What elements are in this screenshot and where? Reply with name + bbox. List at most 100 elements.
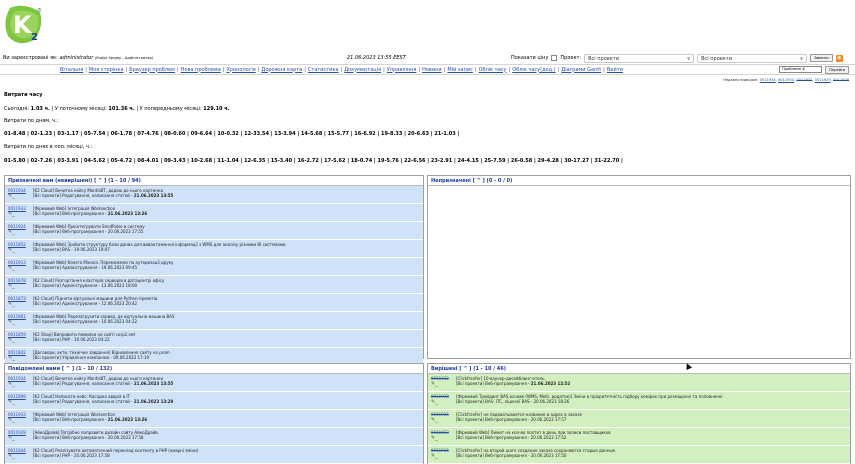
issue-row[interactable]: 0011861 ✎_ [Фірмовий Web] Перезагрузити се… <box>5 312 423 330</box>
menu-separator: | <box>603 66 605 73</box>
recent-issue-link[interactable]: 0011928 <box>833 78 849 82</box>
assigned-panel: Призначені вам (невирішені) [ ^ ] (1 - 1… <box>4 175 424 366</box>
menu-item-4[interactable]: Хронологія <box>226 67 255 73</box>
issue-project-line: [Всі проекти] PHP - 10.06.2023 04:22 <box>33 337 420 342</box>
issue-row[interactable]: 0011928 ✎_ [Фірмовий Трейдинг BAS основе (… <box>428 392 850 410</box>
recent-issue-link[interactable]: 0011932 <box>796 78 812 82</box>
menu-item-11[interactable]: Облік часу <box>479 67 507 73</box>
edit-pencil-icon[interactable]: ✎_ <box>8 400 15 405</box>
menu-item-10[interactable]: Мій запис <box>447 67 473 73</box>
menu-item-12[interactable]: Облік часу(дод.) <box>512 67 555 73</box>
go-button[interactable]: Перейти <box>825 65 849 74</box>
menu-item-7[interactable]: Документація <box>344 67 381 73</box>
menu-item-14[interactable]: Вийти <box>607 67 623 73</box>
issue-project-line: [Всі проекти] Адміністрування - 19.06.20… <box>33 265 420 270</box>
k2-logo[interactable]: K 2 ® <box>4 4 44 46</box>
issue-project-line: [Всі проекти] Управління компанією - 09.… <box>33 355 420 360</box>
issue-row[interactable]: 0011878 ✎_ [K2 Cloud] Розгортання кластері… <box>5 276 423 294</box>
issue-row[interactable]: 0011899 ✎_ [K2 Cloud] Написати кейс: Касад… <box>5 392 423 410</box>
issue-project: [Всі проекти] Веб-програмування - <box>456 417 531 422</box>
logo-subscript: 2 <box>31 32 38 43</box>
issue-date: 20.06.2023 18:26 <box>533 399 570 404</box>
time-summary: Сьогодні: 1.03 ч. | У поточному місяці: … <box>4 106 230 112</box>
issue-project-line: [Всі проекти] Веб-програмування - 21.06.… <box>456 381 847 386</box>
assigned-panel-title[interactable]: Призначені вам (невирішені) [ ^ ] (1 - 1… <box>5 176 423 186</box>
project-select[interactable]: Всі проекти ▼ <box>584 53 695 63</box>
menu-separator: | <box>304 66 306 73</box>
edit-pencil-icon[interactable]: ✎_ <box>8 284 15 289</box>
menu-item-2[interactable]: Браузер проблем <box>129 67 175 73</box>
issue-project-line: [Всі проекти] Адміністрування - 12.06.20… <box>33 301 420 306</box>
issue-row[interactable]: 0011916 ✎_ [Clickfranfer] на второй шаге с… <box>428 446 850 464</box>
issue-row[interactable]: 0011923 ✎_ [Фірмовий Web] Лимит на кол-во … <box>428 428 850 446</box>
edit-pencil-icon[interactable]: ✎_ <box>8 320 15 325</box>
show-price-checkbox[interactable] <box>551 55 558 61</box>
resolved-panel: Вирішені [ ^ ] (1 - 10 / 46) 0011932 ✎_ [C… <box>427 363 851 464</box>
issue-row[interactable]: 0011924 ✎_ [Фірмовий Web] Проінтегрувати S… <box>5 222 423 240</box>
issue-row[interactable]: 0011844 ✎_ [K2 Cloud] Реалізувати автомати… <box>5 446 423 464</box>
issue-date: 10.06.2023 04:22 <box>73 337 110 342</box>
issue-row[interactable]: 0011929 ✎_ [АйкоДрайв] Потрібно поправити … <box>5 428 423 446</box>
issue-project-line: [Всі проекти] BAS - 19.06.2023 19:07 <box>33 247 420 252</box>
chevron-down-icon: ▼ <box>800 55 804 61</box>
issue-row[interactable]: 0011852 ✎_ [Фірмовий Web] Зробити структур… <box>5 240 423 258</box>
issue-jump: Проблема # Перейти <box>779 65 849 74</box>
edit-pencil-icon[interactable]: ✎_ <box>431 454 438 459</box>
menu-item-8[interactable]: Управління <box>387 67 417 73</box>
menu-item-9[interactable]: Новини <box>422 67 442 73</box>
menu-separator: | <box>474 66 477 73</box>
top-info-bar: Ви зареєстровані як: administrator (Rudy… <box>3 53 852 63</box>
issue-row[interactable]: 0011933 ✎_ [Фірмовий Web] Інтеграція Works… <box>5 410 423 428</box>
recent-issue-link[interactable]: 0011929 <box>815 78 831 82</box>
edit-pencil-icon[interactable]: ✎_ <box>8 212 15 217</box>
menu-item-13[interactable]: Діаграми Gantt <box>561 67 601 73</box>
menu-item-1[interactable]: Моя сторінка <box>89 67 124 73</box>
unassigned-panel-title[interactable]: Непризначені [ ^ ] (0 - 0 / 0) <box>428 176 850 186</box>
prev-month-label: | У попередньому місяці: <box>134 106 204 112</box>
edit-pencil-icon[interactable]: ✎_ <box>8 194 15 199</box>
change-button[interactable]: Змінити <box>810 54 833 62</box>
prev-month-by-day-values: 01-5.80 | 02-7.26 | 03-3.91 | 04-5.62 | … <box>4 158 623 164</box>
edit-pencil-icon[interactable]: ✎_ <box>8 338 15 343</box>
edit-pencil-icon[interactable]: ✎_ <box>8 230 15 235</box>
edit-pencil-icon[interactable]: ✎_ <box>431 400 438 405</box>
issue-date: 19.06.2023 09:45 <box>101 265 138 270</box>
rss-icon[interactable]: ◉ <box>835 54 843 62</box>
edit-pencil-icon[interactable]: ✎_ <box>8 418 15 423</box>
subproject-select-value: Всі проекти <box>701 55 733 62</box>
issue-row[interactable]: 0011873 ✎_ [K2 Cloud] Підняти віртуальні м… <box>5 294 423 312</box>
recent-issue-link[interactable]: 0011933 <box>778 78 794 82</box>
edit-pencil-icon[interactable]: ✎_ <box>8 266 15 271</box>
menu-item-3[interactable]: Нова проблема <box>181 67 221 73</box>
menu-item-6[interactable]: Статистика <box>308 67 339 73</box>
edit-pencil-icon[interactable]: ✎_ <box>431 382 438 387</box>
issue-row[interactable]: 0011934 ✎_ [K2 Cloud] Вичитка кейсу Mantis… <box>5 374 423 392</box>
issue-row[interactable]: 0011934 ✎_ [K2 Cloud] Вичитка кейсу Mantis… <box>5 186 423 204</box>
subproject-select[interactable]: Всі проекти ▼ <box>697 53 808 63</box>
issue-date: 20.06.2023 17:50 <box>530 453 567 458</box>
edit-pencil-icon[interactable]: ✎_ <box>8 382 15 387</box>
resolved-panel-title[interactable]: Вирішені [ ^ ] (1 - 10 / 46) <box>428 364 850 374</box>
issue-row[interactable]: 0011932 ✎_ [Clickfranfer] 10-ваучер-дисейб… <box>428 374 850 392</box>
issue-date: 20.06.2023 17:57 <box>530 417 567 422</box>
edit-pencil-icon[interactable]: ✎_ <box>8 436 15 441</box>
issue-row[interactable]: 0011859 ✎_ [K2 Shop] Виправити помилки на … <box>5 330 423 348</box>
recent-issue-link[interactable]: 0011934 <box>760 78 776 82</box>
edit-pencil-icon[interactable]: ✎_ <box>8 248 15 253</box>
edit-pencil-icon[interactable]: ✎_ <box>8 302 15 307</box>
issue-row[interactable]: 0011926 ✎_ [Clickfranfer] не подхватываетс… <box>428 410 850 428</box>
menu-item-0[interactable]: Вітальня <box>60 67 83 73</box>
issue-number-input[interactable]: Проблема # <box>779 66 823 73</box>
project-label: Проект: <box>560 55 582 61</box>
menu-separator: | <box>418 66 421 73</box>
issue-project: [Всі проекти] Адміністрування - <box>33 301 102 306</box>
edit-pencil-icon[interactable]: ✎_ <box>8 356 15 361</box>
edit-pencil-icon[interactable]: ✎_ <box>431 436 438 441</box>
issue-row[interactable]: 0011913 ✎_ [Фірмовий Web] Колєга Мікола. П… <box>5 258 423 276</box>
logged-in-label: Ви зареєстровані як: <box>3 55 58 61</box>
edit-pencil-icon[interactable]: ✎_ <box>8 454 15 459</box>
reported-panel-title[interactable]: Повідомлені вами [ ^ ] (1 - 10 / 132) <box>5 364 423 374</box>
menu-item-5[interactable]: Дорожня карта <box>261 67 302 73</box>
edit-pencil-icon[interactable]: ✎_ <box>431 418 438 423</box>
issue-row[interactable]: 0011933 ✎_ [Фірмовий Web] Інтеграція Works… <box>5 204 423 222</box>
